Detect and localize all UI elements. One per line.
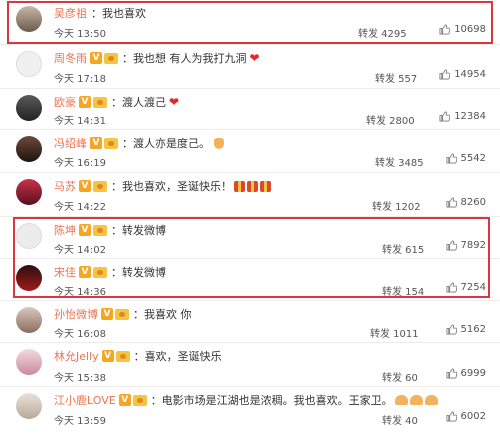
like-count-value: 5542 [460,153,486,164]
repost-count[interactable]: 转发 1011 [370,325,419,340]
username[interactable]: 周冬雨 [54,50,87,66]
comment-text: ：我也想 有人为我打九洞 [122,52,247,65]
heart-emoji-icon: ❤ [169,95,180,109]
member-level-icon [132,394,147,406]
avatar[interactable] [16,95,42,121]
gift-emoji-icon [260,180,271,192]
repost-count[interactable]: 转发 60 [382,369,418,384]
like-count-value: 14954 [454,69,486,80]
timestamp: 今天 15:38 [54,373,106,384]
member-level-icon [93,180,107,192]
username[interactable]: 欧豪 [54,94,76,110]
gift-emoji-icon [234,180,245,192]
username[interactable]: 马苏 [54,178,76,194]
repost-count[interactable]: 转发 557 [375,70,417,85]
like-count[interactable]: 5162 [446,324,486,335]
verified-v-icon: V [90,137,102,149]
avatar[interactable] [16,51,42,77]
thumbs-up-icon [446,153,457,164]
verified-v-icon: V [118,394,131,406]
username[interactable]: 冯绍峰 [54,135,87,151]
highlight-box-top [7,1,493,44]
comment-text: ：喜欢，圣诞快乐 [133,350,222,363]
comment-text: ：我喜欢 你 [133,308,192,321]
comment-row: 江小鹿LOVE V ：电影市场是江湖也是浓稠。我也喜欢。王家卫。 今天 13:5… [0,386,500,437]
comment-row: 冯绍峰 V ：渡人亦是度己。 今天 16:19 转发 3485 5542 [0,129,500,173]
timestamp: 今天 16:19 [54,158,106,169]
like-count-value: 6999 [460,368,486,379]
username[interactable]: 林允Jelly [54,348,99,364]
folded-hands-emoji-icon [424,395,438,405]
like-count[interactable]: 8260 [446,197,486,208]
heart-emoji-icon: ❤ [249,51,260,65]
comment-text: ：渡人渡己 [111,96,166,109]
member-level-icon [115,350,130,362]
like-count[interactable]: 6999 [446,368,486,379]
verified-v-icon: V [101,350,114,362]
member-level-icon [115,308,129,320]
comment-text: ：我也喜欢，圣诞快乐！ [111,180,232,193]
avatar[interactable] [16,179,42,205]
repost-count[interactable]: 转发 1202 [372,198,421,213]
folded-hands-emoji-icon [394,395,408,405]
comment-row: 周冬雨 V ：我也想 有人为我打九洞 ❤ 今天 17:18 转发 557 149… [0,44,500,89]
like-count-value: 8260 [460,197,486,208]
thumbs-up-icon [446,324,457,335]
timestamp: 今天 16:08 [54,329,106,340]
folded-hands-emoji-icon [409,395,423,405]
timestamp: 今天 17:18 [54,74,106,85]
username[interactable]: 孙怡微博 [54,306,98,322]
member-level-icon [104,52,118,64]
comment-row: 马苏 V ：我也喜欢，圣诞快乐！ 今天 14:22 转发 1202 8260 [0,172,500,217]
thumbs-up-emoji-icon [214,137,224,149]
avatar[interactable] [16,393,42,419]
thumbs-up-icon [439,111,451,122]
like-count-value: 6002 [460,411,486,422]
comment-row: 林允Jelly V ：喜欢，圣诞快乐 今天 15:38 转发 60 6999 [0,342,500,387]
like-count[interactable]: 14954 [439,69,486,80]
timestamp: 今天 14:31 [54,116,106,127]
comment-row: 孙怡微博 V ：我喜欢 你 今天 16:08 转发 1011 5162 [0,300,500,343]
comment-text: ：渡人亦是度己。 [122,137,210,150]
comment-row: 欧豪 V ：渡人渡己 ❤ 今天 14:31 转发 2800 12384 [0,88,500,130]
verified-v-icon: V [101,308,113,320]
verified-v-icon: V [79,180,91,192]
timestamp: 今天 13:59 [54,416,106,427]
member-level-icon [93,96,107,108]
highlight-box-middle [13,217,490,298]
member-level-icon [104,137,118,149]
username[interactable]: 江小鹿LOVE [54,392,116,408]
avatar[interactable] [16,349,42,375]
avatar[interactable] [16,136,42,162]
like-count-value: 12384 [454,111,486,122]
thumbs-up-icon [446,197,457,208]
thumbs-up-icon [446,368,457,379]
like-count[interactable]: 6002 [446,411,486,422]
avatar[interactable] [16,307,42,333]
repost-count[interactable]: 转发 2800 [366,112,415,127]
verified-v-icon: V [79,96,91,108]
comment-text: ：电影市场是江湖也是浓稠。我也喜欢。王家卫。 [150,394,393,407]
repost-count[interactable]: 转发 3485 [375,154,424,169]
like-count[interactable]: 12384 [439,111,486,122]
repost-count[interactable]: 转发 40 [382,412,418,427]
timestamp: 今天 14:22 [54,202,106,213]
like-count-value: 5162 [460,324,486,335]
like-count[interactable]: 5542 [446,153,486,164]
gift-emoji-icon [247,180,258,192]
thumbs-up-icon [446,411,457,422]
verified-v-icon: V [90,52,102,64]
comment-feed: 吴彦祖 ：我也喜欢 今天 13:50 转发 4295 10698 周冬雨 V ：… [0,0,500,437]
thumbs-up-icon [439,69,451,80]
